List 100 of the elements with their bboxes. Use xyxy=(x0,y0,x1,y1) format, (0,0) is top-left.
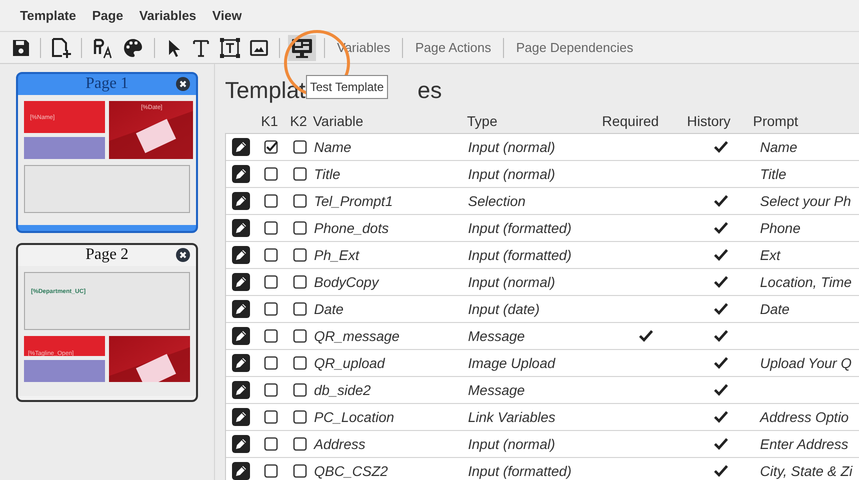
edit-icon[interactable] xyxy=(232,165,250,183)
text-box-icon[interactable] xyxy=(219,36,241,58)
checkbox[interactable] xyxy=(292,248,306,262)
checkbox[interactable] xyxy=(292,410,306,424)
table-cell-text: Input (formatted) xyxy=(468,462,572,480)
table-cell-text: Input (normal) xyxy=(468,164,556,184)
checkbox[interactable] xyxy=(264,329,278,343)
checkbox[interactable] xyxy=(292,329,306,343)
edit-icon[interactable] xyxy=(232,381,250,399)
text-icon[interactable] xyxy=(191,38,211,58)
table-cell-text: Input (formatted) xyxy=(468,218,572,238)
toolbar-tab[interactable]: Page Dependencies xyxy=(510,38,640,58)
table-cell-text: Date xyxy=(759,300,791,318)
image-icon[interactable] xyxy=(249,38,269,58)
menu-item[interactable]: View xyxy=(204,6,250,26)
table-cell-text: Input (normal) xyxy=(468,434,556,454)
checked-checkbox[interactable] xyxy=(264,140,278,154)
edit-icon[interactable] xyxy=(232,408,250,426)
table-cell-text: Ph_Ext xyxy=(314,246,360,264)
font-icon[interactable] xyxy=(92,36,114,58)
table-cell-text: Title xyxy=(759,164,788,184)
checkbox[interactable] xyxy=(264,464,278,478)
table-cell-text: Ext xyxy=(759,246,782,264)
checkbox[interactable] xyxy=(292,464,306,478)
edit-icon[interactable] xyxy=(232,462,250,480)
table-cell-text: Message xyxy=(468,326,526,346)
edit-icon[interactable] xyxy=(232,246,250,264)
edit-icon[interactable] xyxy=(232,138,250,156)
checkbox[interactable] xyxy=(264,167,278,181)
checkbox[interactable] xyxy=(264,383,278,397)
table-cell-text: Address Optio xyxy=(758,408,850,427)
column-header: Prompt xyxy=(753,112,800,131)
menu-item[interactable]: Variables xyxy=(131,6,204,26)
table-cell-text: Title xyxy=(314,164,342,184)
column-header: K1 xyxy=(260,112,280,130)
table-cell-text: Date xyxy=(314,300,345,318)
monitor-icon[interactable] xyxy=(288,34,316,60)
table-cell-text: Select your Ph xyxy=(759,192,852,211)
checkbox[interactable] xyxy=(292,383,306,397)
table-cell-text: QBC_CSZ2 xyxy=(314,462,389,480)
page-heading: es xyxy=(418,76,442,105)
checkbox[interactable] xyxy=(264,302,278,316)
edit-icon[interactable] xyxy=(232,435,250,453)
checkbox[interactable] xyxy=(264,437,278,451)
checkbox[interactable] xyxy=(292,302,306,316)
edit-icon[interactable] xyxy=(232,219,250,237)
table-cell-text: Enter Address xyxy=(759,434,850,454)
checkbox[interactable] xyxy=(264,221,278,235)
edit-icon[interactable] xyxy=(232,300,250,318)
checkbox[interactable] xyxy=(292,275,306,289)
close-icon[interactable] xyxy=(176,77,190,91)
table-cell-text: Input (date) xyxy=(468,300,541,319)
page-heading: Templat xyxy=(225,76,306,105)
table-cell-text: Image Upload xyxy=(468,354,556,373)
column-header: Variable xyxy=(313,112,364,130)
edit-icon[interactable] xyxy=(232,273,250,291)
table-cell-text: Name xyxy=(314,138,352,156)
column-header: K2 xyxy=(288,112,308,130)
table-cell-text: Input (normal) xyxy=(468,138,556,157)
column-header: History xyxy=(687,112,732,131)
new-page-icon[interactable] xyxy=(50,36,72,58)
edit-icon[interactable] xyxy=(232,354,250,372)
table-cell-text: PC_Location xyxy=(314,408,396,426)
table-cell-text: Input (normal) xyxy=(468,272,556,292)
table-cell-text: Input (formatted) xyxy=(468,246,572,265)
table-cell-text: Address xyxy=(314,434,366,454)
checkbox[interactable] xyxy=(264,194,278,208)
table-cell-text: QR_upload xyxy=(314,354,386,373)
menu-item[interactable]: Page xyxy=(84,6,132,26)
checkbox[interactable] xyxy=(264,248,278,262)
table-cell-text: Message xyxy=(468,380,526,400)
checkbox[interactable] xyxy=(292,356,306,370)
checkbox[interactable] xyxy=(264,275,278,289)
toolbar-tab[interactable]: Page Actions xyxy=(409,38,498,58)
checkbox[interactable] xyxy=(292,167,306,181)
checkbox[interactable] xyxy=(292,221,306,235)
page-title: Page 1 xyxy=(85,74,129,94)
save-icon[interactable] xyxy=(11,38,31,58)
table-cell-text: Location, Time xyxy=(759,272,853,292)
table-cell-text: Name xyxy=(759,138,798,156)
table-cell-text: QR_message xyxy=(314,326,401,346)
checkbox[interactable] xyxy=(292,437,306,451)
close-icon[interactable] xyxy=(176,248,190,262)
page-title: Page 2 xyxy=(85,245,129,265)
table-cell-text: Selection xyxy=(468,192,527,210)
checkbox[interactable] xyxy=(292,194,306,208)
table-cell-text: BodyCopy xyxy=(314,272,380,292)
table-cell-text: Link Variables xyxy=(468,408,556,426)
table-cell-text: Tel_Prompt1 xyxy=(314,192,394,211)
table-cell-text: City, State & Zi xyxy=(759,462,854,480)
checkbox[interactable] xyxy=(292,140,306,154)
column-header: Type xyxy=(467,112,498,131)
palette-icon[interactable] xyxy=(122,36,144,58)
menu-item[interactable]: Template xyxy=(12,6,84,26)
checkbox[interactable] xyxy=(264,410,278,424)
checkbox[interactable] xyxy=(264,356,278,370)
column-header: Required xyxy=(602,112,660,131)
edit-icon[interactable] xyxy=(232,192,250,210)
edit-icon[interactable] xyxy=(232,327,250,345)
table-cell-text: db_side2 xyxy=(314,380,372,400)
